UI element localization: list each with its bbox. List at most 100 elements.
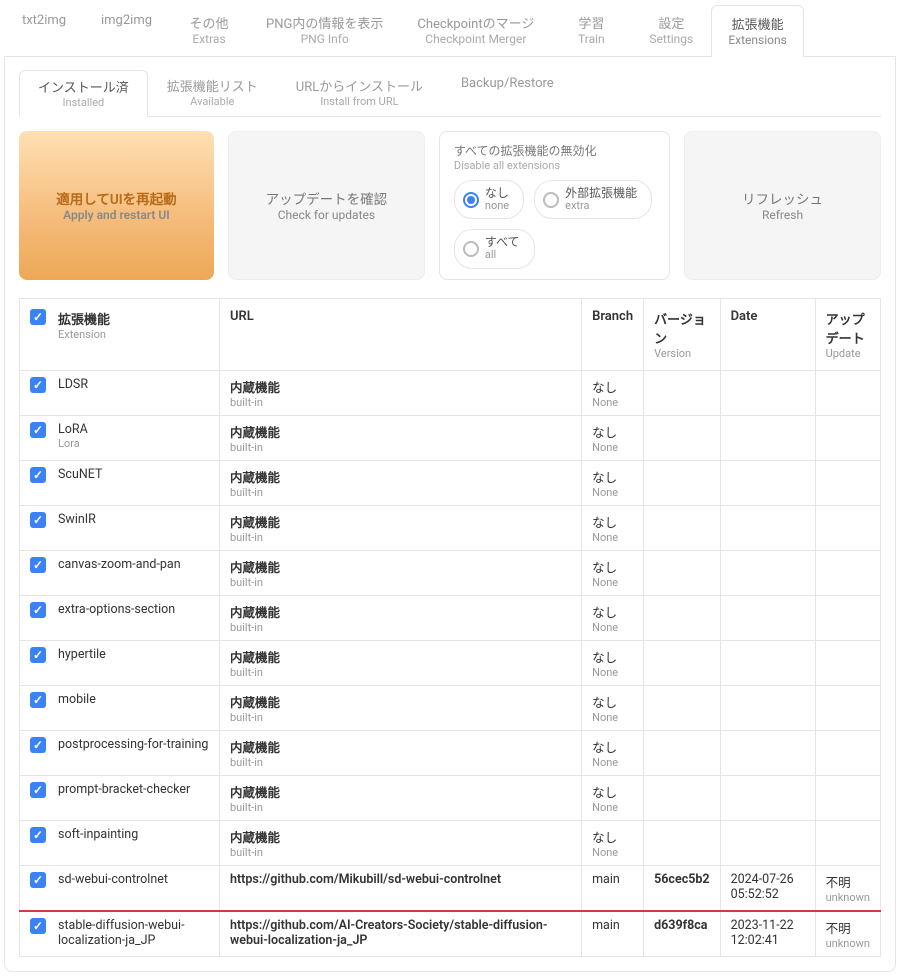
extension-name: hypertile: [58, 647, 106, 662]
check-updates-button[interactable]: アップデートを確認 Check for updates: [228, 131, 425, 280]
extension-name: stable-diffusion-webui-localization-ja_J…: [58, 918, 209, 948]
main-tab-png-info[interactable]: PNG内の情報を表示PNG Info: [249, 4, 400, 56]
table-row: ✓ postprocessing-for-training 内蔵機能 built…: [20, 730, 881, 775]
button-sublabel: Apply and restart UI: [63, 208, 170, 222]
table-row: ✓ SwinIR 内蔵機能 built-inなし None: [20, 505, 881, 550]
url-builtin: 内蔵機能: [230, 467, 571, 486]
url-builtin: 内蔵機能: [230, 647, 571, 666]
th-url: URL: [230, 309, 571, 324]
branch-none: なし: [592, 377, 633, 396]
table-row: ✓ canvas-zoom-and-pan 内蔵機能 built-inなし No…: [20, 550, 881, 595]
radio-sublabel: extra: [565, 200, 637, 212]
branch-none: なし: [592, 557, 633, 576]
table-row: ✓ sd-webui-controlnet https://github.com…: [20, 865, 881, 911]
extension-name: sd-webui-controlnet: [58, 872, 168, 887]
extension-name: soft-inpainting: [58, 827, 138, 842]
row-checkbox[interactable]: ✓: [30, 602, 46, 618]
radio-icon: [543, 192, 559, 208]
url-builtin: 内蔵機能: [230, 602, 571, 621]
table-row: ✓ ScuNET 内蔵機能 built-inなし None: [20, 460, 881, 505]
tab-label: インストール済: [38, 77, 129, 96]
disable-radio-none[interactable]: なし none: [454, 180, 524, 219]
tab-label: txt2img: [21, 13, 67, 28]
branch-none: なし: [592, 647, 633, 666]
extension-url[interactable]: https://github.com/Mikubill/sd-webui-con…: [230, 872, 501, 887]
url-builtin: 内蔵機能: [230, 827, 571, 846]
row-checkbox[interactable]: ✓: [30, 467, 46, 483]
radio-sublabel: all: [485, 249, 520, 261]
radio-icon: [463, 192, 479, 208]
table-row: ✓ LoRA Lora 内蔵機能 built-inなし None: [20, 415, 881, 460]
th-update: アップデート: [826, 309, 870, 347]
branch-none: なし: [592, 467, 633, 486]
main-tab-img2img[interactable]: img2img: [84, 4, 169, 56]
main-tab-settings[interactable]: 設定Settings: [631, 4, 711, 56]
radio-icon: [463, 241, 479, 257]
branch-none: なし: [592, 827, 633, 846]
date-value: 2023-11-22 12:02:41: [731, 918, 794, 948]
row-checkbox[interactable]: ✓: [30, 737, 46, 753]
row-checkbox[interactable]: ✓: [30, 377, 46, 393]
refresh-button[interactable]: リフレッシュ Refresh: [684, 131, 881, 280]
url-builtin: 内蔵機能: [230, 377, 571, 396]
tab-sublabel: Extensions: [728, 33, 786, 47]
sub-tab-installed[interactable]: インストール済Installed: [19, 70, 148, 117]
th-version: バージョン: [654, 309, 710, 347]
row-checkbox[interactable]: ✓: [30, 918, 46, 934]
version-value: d639f8ca: [654, 918, 707, 933]
row-checkbox[interactable]: ✓: [30, 827, 46, 843]
tab-label: 学習: [568, 13, 614, 32]
extension-url[interactable]: https://github.com/AI-Creators-Society/s…: [230, 918, 548, 948]
button-label: 適用してUIを再起動: [56, 188, 176, 208]
tab-sublabel: Install from URL: [296, 95, 423, 108]
row-checkbox[interactable]: ✓: [30, 692, 46, 708]
tab-sublabel: Extras: [186, 32, 232, 46]
tab-label: img2img: [101, 13, 152, 28]
row-checkbox[interactable]: ✓: [30, 647, 46, 663]
tab-sublabel: Checkpoint Merger: [417, 32, 534, 46]
group-title: すべての拡張機能の無効化: [454, 142, 655, 159]
tab-label: Backup/Restore: [461, 76, 554, 91]
tab-sublabel: Installed: [38, 96, 129, 109]
row-checkbox[interactable]: ✓: [30, 422, 46, 438]
update-unknown: 不明: [826, 872, 870, 891]
main-tab-checkpoint-merger[interactable]: CheckpointのマージCheckpoint Merger: [400, 4, 551, 56]
sub-tab-available[interactable]: 拡張機能リストAvailable: [148, 69, 277, 116]
sub-tab-backup-restore[interactable]: Backup/Restore: [442, 69, 573, 116]
branch-none: なし: [592, 737, 633, 756]
extension-name: postprocessing-for-training: [58, 737, 208, 752]
extension-name: extra-options-section: [58, 602, 175, 617]
main-tab-train[interactable]: 学習Train: [551, 4, 631, 56]
url-builtin: 内蔵機能: [230, 422, 571, 441]
update-unknown: 不明: [826, 918, 870, 937]
main-tab-extras[interactable]: その他Extras: [169, 4, 249, 56]
url-builtin: 内蔵機能: [230, 782, 571, 801]
tab-sublabel: PNG Info: [266, 32, 383, 46]
disable-radio-all[interactable]: すべて all: [454, 229, 535, 268]
extension-name-en: Lora: [58, 437, 88, 450]
main-tab-txt2img[interactable]: txt2img: [4, 4, 84, 56]
row-checkbox[interactable]: ✓: [30, 557, 46, 573]
url-builtin: 内蔵機能: [230, 737, 571, 756]
apply-restart-button[interactable]: 適用してUIを再起動 Apply and restart UI: [19, 131, 214, 280]
button-label: リフレッシュ: [742, 188, 823, 208]
row-checkbox[interactable]: ✓: [30, 512, 46, 528]
url-builtin: 内蔵機能: [230, 512, 571, 531]
branch-none: なし: [592, 692, 633, 711]
tab-sublabel: Train: [568, 32, 614, 46]
row-checkbox[interactable]: ✓: [30, 782, 46, 798]
table-row: ✓ prompt-bracket-checker 内蔵機能 built-inなし…: [20, 775, 881, 820]
url-builtin: 内蔵機能: [230, 692, 571, 711]
branch-none: なし: [592, 782, 633, 801]
tab-sublabel: Available: [167, 95, 258, 108]
tab-label: URLからインストール: [296, 76, 423, 95]
sub-tab-install-from-url[interactable]: URLからインストールInstall from URL: [277, 69, 442, 116]
select-all-checkbox[interactable]: ✓: [30, 309, 46, 325]
url-builtin: 内蔵機能: [230, 557, 571, 576]
disable-extensions-group: すべての拡張機能の無効化 Disable all extensions なし n…: [439, 131, 670, 280]
disable-radio-extra[interactable]: 外部拡張機能 extra: [534, 180, 652, 219]
main-tab-extensions[interactable]: 拡張機能Extensions: [711, 5, 803, 57]
button-sublabel: Check for updates: [278, 208, 375, 222]
button-label: アップデートを確認: [266, 188, 388, 208]
row-checkbox[interactable]: ✓: [30, 872, 46, 888]
